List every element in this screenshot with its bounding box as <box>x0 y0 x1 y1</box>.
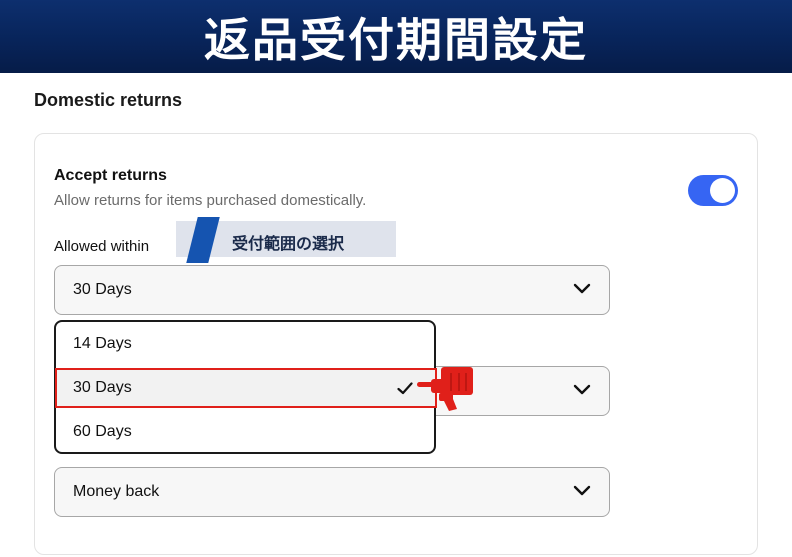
toggle-knob <box>710 178 735 203</box>
chevron-down-icon <box>573 384 591 395</box>
accept-returns-toggle[interactable] <box>688 175 738 206</box>
option-60-days[interactable]: 60 Days <box>56 412 434 452</box>
annotation-callout: 受付範囲の選択 <box>176 217 396 263</box>
hand-pointer-icon <box>417 367 473 411</box>
accept-returns-title: Accept returns <box>54 167 167 184</box>
refund-method-value: Money back <box>73 483 160 500</box>
option-label: 14 Days <box>73 335 132 352</box>
option-30-days[interactable]: 30 Days <box>55 368 437 408</box>
option-label: 30 Days <box>73 379 132 396</box>
banner-title: 返品受付期間設定 <box>204 12 588 67</box>
option-label: 60 Days <box>73 423 132 440</box>
check-icon <box>397 382 413 395</box>
allowed-within-select[interactable]: 30 Days <box>54 265 610 315</box>
title-banner: 返品受付期間設定 <box>0 0 792 73</box>
chevron-down-icon <box>573 283 591 294</box>
refund-method-select[interactable]: Money back <box>54 467 610 517</box>
accept-returns-description: Allow returns for items purchased domest… <box>54 192 367 209</box>
option-14-days[interactable]: 14 Days <box>56 324 434 364</box>
allowed-within-value: 30 Days <box>73 281 132 298</box>
annotation-stripe <box>186 217 220 263</box>
chevron-down-icon <box>573 485 591 496</box>
allowed-within-dropdown: 14 Days 30 Days 60 Days <box>54 320 437 454</box>
section-heading: Domestic returns <box>34 90 183 110</box>
allowed-within-label: Allowed within <box>54 238 150 255</box>
annotation-text: 受付範囲の選択 <box>232 234 345 253</box>
